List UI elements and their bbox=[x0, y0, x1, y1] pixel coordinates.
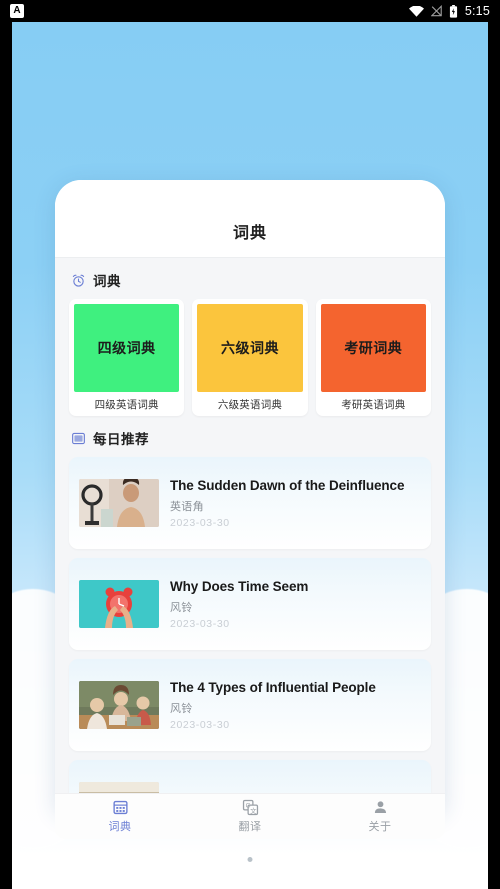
article-card[interactable]: Why Does Time Seem 风铃 2023-03-30 bbox=[69, 558, 431, 650]
tab-label-translate: 翻译 bbox=[238, 821, 262, 833]
article-author: 风铃 bbox=[170, 703, 193, 716]
tab-about[interactable]: 关于 bbox=[315, 799, 445, 834]
tab-label-dictionary: 词典 bbox=[108, 821, 132, 833]
page-title: 词典 bbox=[232, 225, 267, 242]
app-header: 词典 bbox=[55, 180, 445, 258]
alarm-clock-icon bbox=[72, 274, 85, 287]
tab-dictionary[interactable]: 词典 bbox=[55, 799, 185, 834]
article-date: 2023-03-30 bbox=[170, 517, 230, 530]
dictionary-caption: 四级英语词典 bbox=[94, 399, 159, 411]
status-bar-left: A bbox=[10, 4, 24, 18]
article-text: Why Does Time Seem 风铃 2023-03-30 bbox=[170, 578, 421, 630]
article-thumbnail bbox=[79, 580, 159, 628]
dictionary-card-row: 四级词典 四级英语词典 六级词典 六级英语词典 考研词典 考研英语词典 bbox=[55, 299, 445, 416]
tab-label-about: 关于 bbox=[368, 821, 392, 833]
article-title: The 4 Types of Influential People bbox=[170, 679, 376, 695]
translate-icon: G 文 bbox=[242, 799, 258, 816]
dictionary-grid-icon bbox=[112, 800, 128, 815]
section-label-dictionary: 词典 bbox=[93, 274, 121, 289]
signal-off-icon bbox=[430, 5, 442, 17]
article-thumbnail bbox=[79, 479, 159, 527]
dictionary-cover-cet6: 六级词典 bbox=[197, 304, 303, 392]
status-bar: A 5:15 bbox=[0, 0, 500, 22]
battery-icon bbox=[449, 4, 457, 18]
phone-screen: 词典 词典 四级词典 四级英语词典 六级词典 六级英语词典 考研词典 考研英语词… bbox=[12, 22, 488, 889]
article-title: The Sudden Dawn of the Deinfluence bbox=[170, 477, 405, 493]
tab-translate[interactable]: G 文 翻译 bbox=[185, 799, 315, 834]
dictionary-cover-label: 六级词典 bbox=[220, 340, 279, 356]
bottom-tab-bar: 词典 G 文 翻译 关于 bbox=[55, 793, 445, 839]
dictionary-caption: 六级英语词典 bbox=[217, 399, 283, 411]
article-card[interactable]: The Sudden Dawn of the Deinfluence 英语角 2… bbox=[69, 457, 431, 549]
article-author: 风铃 bbox=[170, 602, 193, 615]
article-card[interactable]: The 4 Types of Influential People 风铃 202… bbox=[69, 659, 431, 751]
article-thumbnail bbox=[79, 681, 159, 729]
dictionary-card-cet6[interactable]: 六级词典 六级英语词典 bbox=[192, 299, 308, 416]
section-header-daily: 每日推荐 bbox=[55, 416, 445, 457]
dictionary-cover-label: 考研词典 bbox=[344, 340, 403, 356]
app-card: 词典 词典 四级词典 四级英语词典 六级词典 六级英语词典 考研词典 考研英语词… bbox=[55, 180, 445, 812]
status-bar-right: 5:15 bbox=[408, 4, 490, 18]
article-date: 2023-03-30 bbox=[170, 719, 230, 732]
section-header-dictionary: 词典 bbox=[55, 258, 445, 299]
dictionary-card-kaoyan[interactable]: 考研词典 考研英语词典 bbox=[315, 299, 431, 416]
dictionary-card-cet4[interactable]: 四级词典 四级英语词典 bbox=[69, 299, 185, 416]
wifi-icon bbox=[408, 5, 424, 17]
dictionary-cover-cet4: 四级词典 bbox=[74, 304, 180, 392]
app-icon: A bbox=[10, 4, 24, 18]
app-body: 词典 四级词典 四级英语词典 六级词典 六级英语词典 考研词典 考研英语词典 每… bbox=[55, 258, 445, 812]
dictionary-cover-label: 四级词典 bbox=[97, 340, 156, 356]
article-title: Why Does Time Seem bbox=[170, 578, 309, 594]
person-icon bbox=[374, 801, 386, 814]
section-label-daily: 每日推荐 bbox=[93, 432, 149, 447]
article-author: 英语角 bbox=[170, 501, 204, 514]
book-icon bbox=[72, 432, 85, 444]
article-text: The 4 Types of Influential People 风铃 202… bbox=[170, 679, 421, 731]
article-text: The Sudden Dawn of the Deinfluence 英语角 2… bbox=[170, 477, 421, 529]
dictionary-cover-kaoyan: 考研词典 bbox=[320, 304, 426, 392]
dictionary-caption: 考研英语词典 bbox=[341, 399, 406, 411]
article-date: 2023-03-30 bbox=[170, 618, 230, 631]
svg-text:文: 文 bbox=[250, 806, 257, 815]
status-bar-time: 5:15 bbox=[464, 4, 490, 18]
home-indicator-dot bbox=[247, 857, 253, 862]
article-list: The Sudden Dawn of the Deinfluence 英语角 2… bbox=[55, 457, 445, 812]
